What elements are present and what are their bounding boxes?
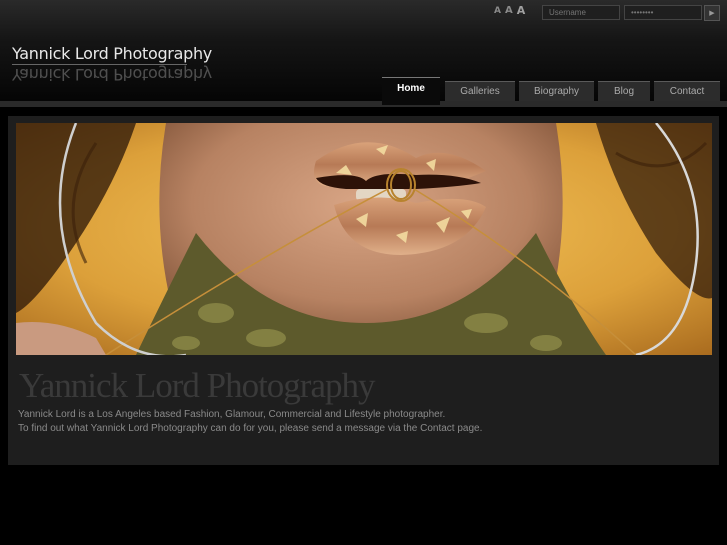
intro-line: Yannick Lord is a Los Angeles based Fash…	[18, 409, 446, 420]
font-size-large[interactable]: A	[517, 4, 526, 18]
login-submit-button[interactable]: ▶	[704, 5, 720, 21]
password-input[interactable]	[624, 5, 702, 20]
nav-baseline	[0, 101, 727, 107]
play-arrow-icon: ▶	[709, 10, 715, 17]
tab-galleries[interactable]: Galleries	[445, 81, 515, 101]
username-input[interactable]	[542, 5, 620, 20]
font-size-switcher: A A A	[494, 4, 525, 18]
content-panel: Yannick Lord Photography Yannick Lord is…	[8, 116, 719, 465]
intro-line: To find out what Yannick Lord Photograph…	[18, 423, 483, 434]
hero-photo-lips	[16, 123, 712, 355]
logo-reflection: Yannick Lord Photography	[12, 65, 212, 84]
tab-blog[interactable]: Blog	[598, 81, 650, 101]
hero-image	[16, 123, 712, 355]
tab-contact[interactable]: Contact	[654, 81, 720, 101]
font-size-small[interactable]: A	[494, 4, 501, 18]
page-title: Yannick Lord Photography	[19, 366, 375, 405]
tab-biography[interactable]: Biography	[519, 81, 594, 101]
logo-title: Yannick Lord Photography	[12, 44, 212, 63]
site-logo[interactable]: Yannick Lord Photography Yannick Lord Ph…	[12, 44, 212, 84]
tab-home[interactable]: Home	[382, 77, 440, 105]
font-size-medium[interactable]: A	[505, 4, 513, 18]
intro-text: Yannick Lord is a Los Angeles based Fash…	[18, 408, 482, 436]
